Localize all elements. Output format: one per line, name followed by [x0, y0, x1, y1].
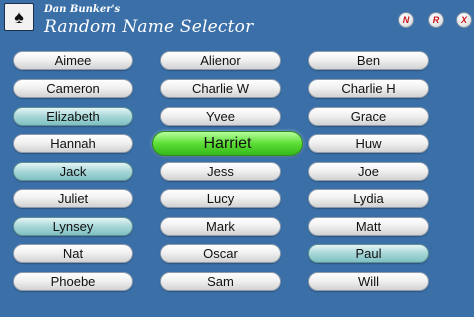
name-label: Charlie H	[341, 81, 396, 96]
name-label: Lucy	[206, 191, 235, 206]
new-button[interactable]: N	[398, 12, 414, 28]
name-label: Alienor	[200, 53, 241, 68]
name-button-juliet[interactable]: Juliet	[13, 189, 133, 208]
name-label: Ben	[356, 53, 381, 68]
name-label: Joe	[358, 164, 379, 179]
name-label: Cameron	[46, 81, 100, 96]
name-button-will[interactable]: Will	[308, 272, 429, 291]
name-label: Hannah	[50, 136, 96, 151]
name-button-sam[interactable]: Sam	[160, 272, 281, 291]
name-label: Mark	[206, 219, 235, 234]
name-label: Oscar	[203, 246, 238, 261]
name-button-lucy[interactable]: Lucy	[160, 189, 281, 208]
name-label: Elizabeth	[46, 109, 100, 124]
name-label: Lydia	[353, 191, 384, 206]
name-label: Phoebe	[50, 274, 96, 289]
name-button-matt[interactable]: Matt	[308, 217, 429, 236]
name-button-jack[interactable]: Jack	[13, 162, 133, 181]
author-label: Dan Bunker's	[44, 4, 121, 15]
name-button-oscar[interactable]: Oscar	[160, 244, 281, 263]
name-button-aimee[interactable]: Aimee	[13, 51, 133, 70]
close-button[interactable]: X	[456, 12, 472, 28]
name-label: Paul	[355, 246, 382, 261]
name-label: Jack	[59, 164, 87, 179]
name-button-ben[interactable]: Ben	[308, 51, 429, 70]
playing-cards-icon: ♠	[4, 3, 34, 31]
name-label: Yvee	[206, 109, 235, 124]
name-label: Aimee	[54, 53, 92, 68]
name-button-charlie-h[interactable]: Charlie H	[308, 79, 429, 98]
name-button-mark[interactable]: Mark	[160, 217, 281, 236]
name-label: Charlie W	[191, 81, 250, 96]
name-label: Matt	[355, 219, 382, 234]
name-label: Harriet	[203, 134, 252, 152]
name-button-charlie-w[interactable]: Charlie W	[160, 79, 281, 98]
name-button-cameron[interactable]: Cameron	[13, 79, 133, 98]
name-button-grace[interactable]: Grace	[308, 107, 429, 126]
name-label: Sam	[207, 274, 234, 289]
name-button-joe[interactable]: Joe	[308, 162, 429, 181]
name-label: Lynsey	[52, 219, 94, 234]
name-label: Juliet	[57, 191, 89, 206]
name-button-jess[interactable]: Jess	[160, 162, 281, 181]
name-button-harriet[interactable]: Harriet	[152, 131, 303, 156]
name-button-alienor[interactable]: Alienor	[160, 51, 281, 70]
name-button-hannah[interactable]: Hannah	[13, 134, 133, 153]
name-button-elizabeth[interactable]: Elizabeth	[13, 107, 133, 126]
name-label: Huw	[355, 136, 382, 151]
name-button-nat[interactable]: Nat	[13, 244, 133, 263]
close-icon: X	[460, 14, 467, 25]
app-title: Random Name Selector	[44, 17, 254, 37]
new-icon: N	[402, 14, 410, 25]
name-button-lydia[interactable]: Lydia	[308, 189, 429, 208]
name-label: Grace	[350, 109, 387, 124]
name-button-huw[interactable]: Huw	[308, 134, 429, 153]
name-button-lynsey[interactable]: Lynsey	[13, 217, 133, 236]
name-button-yvee[interactable]: Yvee	[160, 107, 281, 126]
reset-icon: R	[432, 14, 440, 25]
name-label: Will	[358, 274, 379, 289]
name-label: Jess	[207, 164, 234, 179]
reset-button[interactable]: R	[428, 12, 444, 28]
name-button-paul[interactable]: Paul	[308, 244, 429, 263]
name-label: Nat	[62, 246, 84, 261]
name-button-phoebe[interactable]: Phoebe	[13, 272, 133, 291]
